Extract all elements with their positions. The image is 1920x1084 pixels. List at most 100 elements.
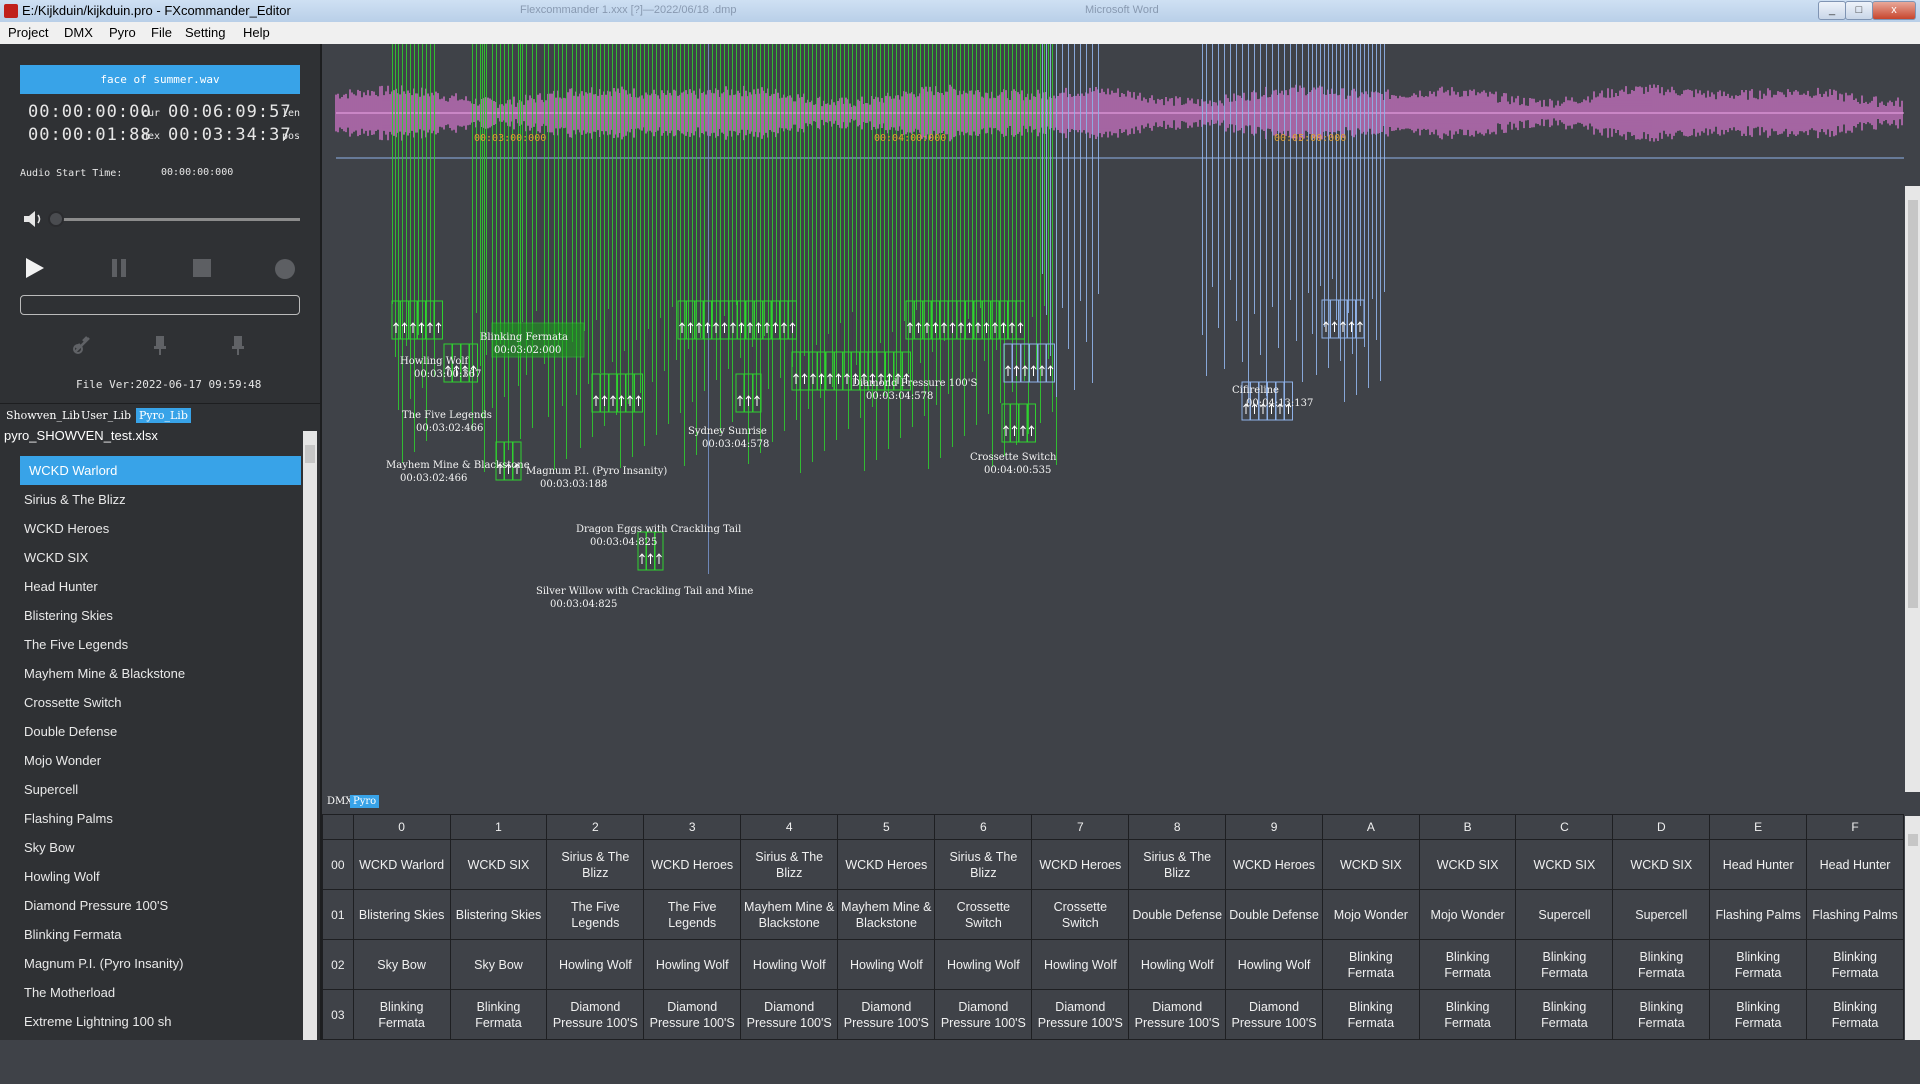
grid-cell[interactable]: Howling Wolf <box>643 939 742 990</box>
grid-cell[interactable]: Head Hunter <box>1806 839 1904 890</box>
library-item[interactable]: Extreme Lightning 100 sh <box>20 1007 301 1036</box>
grid-column-header[interactable]: 3 <box>643 814 742 840</box>
menu-dmx[interactable]: DMX <box>64 25 93 40</box>
grid-cell[interactable]: Double Defense <box>1225 889 1323 940</box>
grid-cell[interactable]: WCKD Heroes <box>837 839 936 890</box>
grid-cell[interactable]: WCKD SIX <box>1418 839 1517 890</box>
grid-cell[interactable]: WCKD SIX <box>1515 839 1614 890</box>
close-button[interactable]: x <box>1872 1 1916 20</box>
library-item[interactable]: Sirius & The Blizz <box>20 485 301 514</box>
menu-setting[interactable]: Setting <box>185 25 225 40</box>
library-item[interactable]: Blistering Skies <box>20 601 301 630</box>
grid-cell[interactable]: Diamond Pressure 100'S <box>1225 989 1323 1040</box>
grid-cell[interactable]: Blinking Fermata <box>1515 989 1614 1040</box>
minimize-button[interactable]: _ <box>1818 1 1846 20</box>
grid-column-header[interactable]: C <box>1515 814 1614 840</box>
grid-cell[interactable]: Double Defense <box>1128 889 1227 940</box>
grid-cell[interactable]: WCKD SIX <box>449 839 548 890</box>
tab-user-lib[interactable]: User_Lib <box>78 408 134 423</box>
library-item[interactable]: Double Defense <box>20 717 301 746</box>
audio-file-button[interactable]: face of summer.wav <box>20 65 300 94</box>
grid-cell[interactable]: Crossette Switch <box>934 889 1033 940</box>
grid-cell[interactable]: Diamond Pressure 100'S <box>934 989 1033 1040</box>
library-item[interactable]: The Five Legends <box>20 630 301 659</box>
grid-cell[interactable]: Howling Wolf <box>1225 939 1323 990</box>
library-item[interactable]: WCKD SIX <box>20 543 301 572</box>
library-item[interactable]: Diamond Pressure 100'S <box>20 891 301 920</box>
grid-cell[interactable]: Diamond Pressure 100'S <box>643 989 742 1040</box>
grid-cell[interactable]: The Five Legends <box>546 889 645 940</box>
grid-cell[interactable]: Blinking Fermata <box>1806 939 1904 990</box>
grid-row-header[interactable]: 03 <box>322 989 354 1040</box>
grid-cell[interactable]: WCKD SIX <box>1321 839 1420 890</box>
library-scrollbar[interactable] <box>303 431 317 1040</box>
grid-cell[interactable]: Diamond Pressure 100'S <box>1031 989 1130 1040</box>
grid-cell[interactable]: Supercell <box>1612 889 1711 940</box>
grid-column-header[interactable]: 1 <box>449 814 548 840</box>
grid-column-header[interactable]: E <box>1709 814 1808 840</box>
pin-icon[interactable] <box>152 334 168 356</box>
grid-cell[interactable]: Mojo Wonder <box>1418 889 1517 940</box>
grid-cell[interactable]: Sirius & The Blizz <box>740 839 839 890</box>
grid-cell[interactable]: WCKD Heroes <box>1031 839 1130 890</box>
grid-cell[interactable]: Sirius & The Blizz <box>934 839 1033 890</box>
grid-cell[interactable]: Blinking Fermata <box>1612 939 1711 990</box>
grid-cell[interactable]: Mojo Wonder <box>1321 889 1420 940</box>
menu-project[interactable]: Project <box>8 25 48 40</box>
link-off-icon[interactable] <box>71 334 93 356</box>
grid-cell[interactable]: Howling Wolf <box>837 939 936 990</box>
grid-cell[interactable]: Crossette Switch <box>1031 889 1130 940</box>
pin-icon[interactable] <box>230 334 246 356</box>
grid-scrollbar[interactable] <box>1905 816 1920 1040</box>
library-item[interactable]: Crossette Switch <box>20 688 301 717</box>
grid-column-header[interactable]: 8 <box>1128 814 1227 840</box>
grid-cell[interactable]: Sirius & The Blizz <box>1128 839 1227 890</box>
grid-cell[interactable]: Diamond Pressure 100'S <box>1128 989 1227 1040</box>
grid-column-header[interactable]: 2 <box>546 814 645 840</box>
library-item[interactable]: WCKD Heroes <box>20 514 301 543</box>
tab-showven-lib[interactable]: Showven_Lib <box>3 408 83 423</box>
grid-cell[interactable]: Mayhem Mine & Blackstone <box>837 889 936 940</box>
grid-cell[interactable]: Blinking Fermata <box>1418 939 1517 990</box>
grid-cell[interactable]: WCKD Warlord <box>352 839 451 890</box>
grid-cell[interactable]: Howling Wolf <box>1031 939 1130 990</box>
grid-column-header[interactable]: F <box>1806 814 1904 840</box>
library-item[interactable]: Sky Bow <box>20 833 301 862</box>
grid-column-header[interactable]: 0 <box>352 814 451 840</box>
grid-cell[interactable]: Howling Wolf <box>1128 939 1227 990</box>
grid-cell[interactable]: WCKD Heroes <box>1225 839 1323 890</box>
volume-slider-track[interactable] <box>58 218 300 221</box>
tab-pyro[interactable]: Pyro <box>350 795 380 808</box>
stop-icon[interactable] <box>192 258 212 278</box>
grid-cell[interactable]: Blistering Skies <box>449 889 548 940</box>
grid-cell[interactable]: Sirius & The Blizz <box>546 839 645 890</box>
menu-pyro[interactable]: Pyro <box>109 25 136 40</box>
grid-column-header[interactable]: 9 <box>1225 814 1323 840</box>
grid-cell[interactable]: Blinking Fermata <box>1418 989 1517 1040</box>
grid-cell[interactable]: The Five Legends <box>643 889 742 940</box>
grid-cell[interactable]: Howling Wolf <box>546 939 645 990</box>
grid-cell[interactable]: Blinking Fermata <box>1709 989 1808 1040</box>
library-item[interactable]: WCKD Warlord <box>20 456 301 485</box>
grid-cell[interactable]: Blinking Fermata <box>1709 939 1808 990</box>
play-icon[interactable] <box>24 256 46 280</box>
menu-file[interactable]: File <box>151 25 172 40</box>
grid-cell[interactable]: WCKD Heroes <box>643 839 742 890</box>
library-item[interactable]: Blinking Fermata <box>20 920 301 949</box>
grid-cell[interactable]: Flashing Palms <box>1806 889 1904 940</box>
grid-cell[interactable]: Blistering Skies <box>352 889 451 940</box>
library-item[interactable]: Supercell <box>20 775 301 804</box>
grid-cell[interactable]: WCKD SIX <box>1612 839 1711 890</box>
speaker-icon[interactable] <box>22 209 44 229</box>
grid-row-header[interactable]: 01 <box>322 889 354 940</box>
audio-start-value[interactable]: 00:00:00:000 <box>161 167 233 178</box>
pause-icon[interactable] <box>110 258 128 278</box>
grid-row-header[interactable]: 02 <box>322 939 354 990</box>
timeline-view[interactable]: 00:03:00:000 00:04:00:000 00:05:00:000 Blin… <box>322 44 1920 790</box>
grid-column-header[interactable]: D <box>1612 814 1711 840</box>
grid-cell[interactable]: Diamond Pressure 100'S <box>837 989 936 1040</box>
grid-cell[interactable]: Diamond Pressure 100'S <box>546 989 645 1040</box>
grid-cell[interactable]: Blinking Fermata <box>1515 939 1614 990</box>
grid-cell[interactable]: Howling Wolf <box>740 939 839 990</box>
library-item[interactable]: Mojo Wonder <box>20 746 301 775</box>
